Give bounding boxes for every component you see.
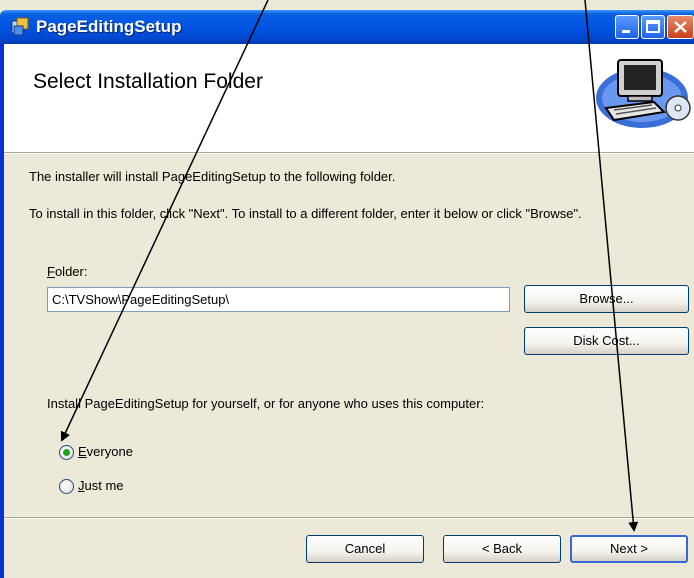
- radio-selected-dot: [63, 449, 70, 456]
- installer-window: PageEditingSetup Select Installation Fol…: [0, 0, 694, 578]
- next-button[interactable]: Next >: [570, 535, 688, 563]
- maximize-icon[interactable]: [641, 15, 665, 39]
- everyone-rest: veryone: [86, 444, 133, 459]
- back-button[interactable]: < Back: [443, 535, 561, 563]
- computer-cd-icon: [594, 50, 694, 135]
- banner-divider: [4, 153, 694, 154]
- browse-button[interactable]: Browse...: [524, 285, 689, 313]
- page-title: Select Installation Folder: [33, 70, 263, 93]
- radio-everyone[interactable]: [59, 445, 74, 460]
- install-for-prompt: Install PageEditingSetup for yourself, o…: [47, 396, 485, 411]
- footer-divider-highlight: [4, 518, 694, 519]
- installer-app-icon: [10, 17, 30, 37]
- instructions-text: To install in this folder, click "Next".…: [29, 206, 582, 221]
- window-title: PageEditingSetup: [36, 17, 182, 36]
- everyone-mnemonic: E: [78, 444, 87, 459]
- header-banner: Select Installation Folder: [4, 44, 694, 153]
- disk-cost-button[interactable]: Disk Cost...: [524, 327, 689, 355]
- folder-label-rest: older:: [54, 264, 88, 279]
- folder-label-mnemonic: F: [47, 264, 55, 279]
- cancel-button[interactable]: Cancel: [306, 535, 424, 563]
- minimize-icon[interactable]: [615, 15, 639, 39]
- folder-label: Folder:: [47, 264, 87, 279]
- title-bar[interactable]: PageEditingSetup: [0, 10, 694, 44]
- folder-path-input[interactable]: [47, 287, 510, 312]
- close-icon[interactable]: [667, 15, 694, 39]
- radio-everyone-label[interactable]: Everyone: [78, 444, 133, 459]
- just-me-rest: ust me: [84, 478, 124, 493]
- radio-just-me[interactable]: [59, 479, 74, 494]
- radio-just-me-label[interactable]: Just me: [78, 478, 124, 493]
- intro-text: The installer will install PageEditingSe…: [29, 169, 396, 184]
